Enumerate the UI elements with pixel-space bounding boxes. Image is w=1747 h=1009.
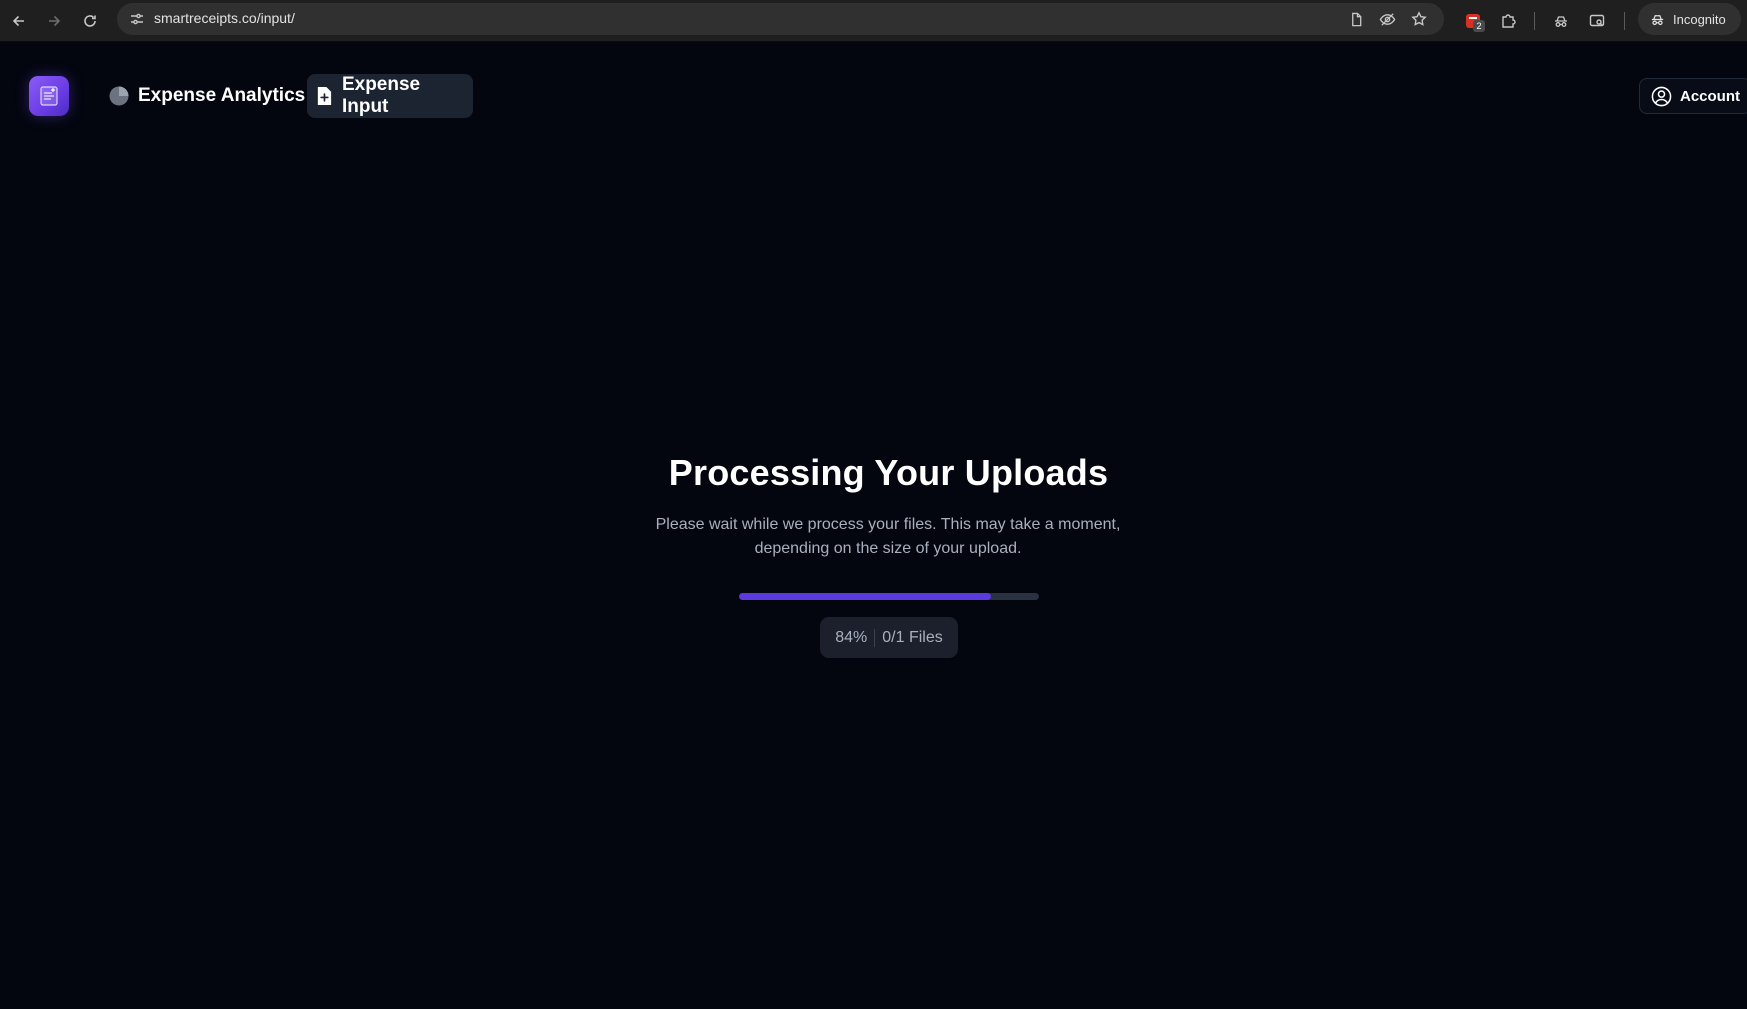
nav-expense-input[interactable]: Expense Input xyxy=(307,74,473,118)
progress-percent: 84% xyxy=(835,628,868,646)
bookmark-star-icon[interactable] xyxy=(1407,7,1431,31)
browser-toolbar: smartreceipts.co/input/ 2 Incognito xyxy=(0,0,1747,42)
files-count: 0/1 Files xyxy=(882,628,943,646)
page-title: Processing Your Uploads xyxy=(668,452,1109,493)
tab-search-icon xyxy=(1589,14,1605,27)
extension-button[interactable]: 2 xyxy=(1459,7,1487,35)
extension-badge: 2 xyxy=(1473,20,1485,32)
extensions-button[interactable] xyxy=(1494,7,1522,35)
incognito-icon xyxy=(1651,14,1664,25)
arrow-right-icon xyxy=(49,15,61,27)
incognito-tab-button[interactable] xyxy=(1547,7,1575,35)
site-info-icon[interactable] xyxy=(125,7,149,31)
account-button[interactable]: Account xyxy=(1639,78,1747,114)
incognito-label: Incognito xyxy=(1673,11,1726,27)
toolbar-divider xyxy=(1624,12,1625,30)
tab-search-button[interactable] xyxy=(1583,7,1611,35)
upload-status-badge: 84% 0/1 Files xyxy=(820,617,958,658)
status-divider xyxy=(874,628,876,647)
nav-label: Expense Analytics xyxy=(138,85,306,106)
nav-expense-analytics[interactable]: Expense Analytics xyxy=(100,74,313,118)
back-button[interactable] xyxy=(5,7,33,35)
file-plus-icon xyxy=(317,86,332,106)
receipt-icon xyxy=(40,86,58,106)
eye-off-icon[interactable] xyxy=(1375,7,1399,31)
forward-button[interactable] xyxy=(40,7,68,35)
account-label: Account xyxy=(1680,87,1740,105)
url-text[interactable]: smartreceipts.co/input/ xyxy=(154,10,295,26)
puzzle-icon xyxy=(1502,14,1516,28)
reload-button[interactable] xyxy=(76,7,104,35)
user-circle-icon xyxy=(1651,86,1672,106)
pie-chart-icon xyxy=(109,86,129,106)
app-logo[interactable] xyxy=(29,76,69,116)
upload-progress-bar xyxy=(739,593,1039,600)
incognito-indicator[interactable]: Incognito xyxy=(1638,3,1741,35)
upload-progress-fill xyxy=(739,593,991,600)
processing-description: Please wait while we process your files.… xyxy=(655,516,1121,557)
page-icon[interactable] xyxy=(1344,7,1368,31)
arrow-left-icon xyxy=(12,15,24,27)
reload-icon xyxy=(84,15,96,27)
address-bar[interactable]: smartreceipts.co/input/ xyxy=(117,3,1444,35)
incognito-icon xyxy=(1555,16,1567,27)
nav-label: Expense Input xyxy=(341,74,421,117)
toolbar-divider xyxy=(1534,12,1535,30)
